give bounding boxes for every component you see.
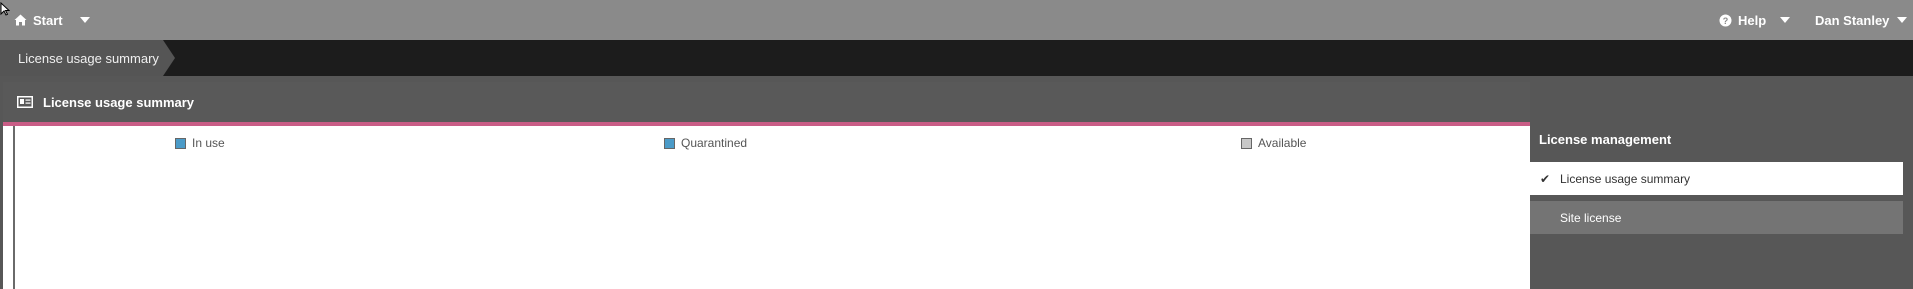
home-menu-dropdown[interactable]: [80, 0, 90, 40]
breadcrumb: License usage summary: [0, 40, 1913, 76]
home-button[interactable]: Start: [14, 0, 63, 40]
side-item-label: License usage summary: [1560, 171, 1691, 186]
checkmark-icon: ✔: [1539, 171, 1551, 186]
side-item-license-usage-summary[interactable]: ✔ License usage summary: [1530, 162, 1903, 195]
legend-item-in-use: In use: [175, 136, 225, 150]
chevron-down-icon: [80, 17, 90, 23]
breadcrumb-item-license-usage-summary[interactable]: License usage summary: [0, 40, 175, 76]
license-management-panel: License management ✔ License usage summa…: [1530, 122, 1913, 289]
mouse-cursor-icon: [0, 2, 10, 16]
page-title: License usage summary: [43, 94, 195, 110]
home-label: Start: [33, 12, 63, 28]
side-panel-title: License management: [1539, 132, 1672, 147]
help-label: Help: [1738, 12, 1767, 28]
help-icon: ?: [1719, 14, 1732, 26]
legend-swatch-in-use: [175, 137, 186, 149]
legend-item-quarantined: Quarantined: [664, 136, 747, 150]
legend-label: Available: [1258, 136, 1307, 150]
help-menu-dropdown[interactable]: [1780, 0, 1790, 40]
user-menu-button[interactable]: Dan Stanley: [1815, 0, 1908, 40]
legend-swatch-quarantined: [664, 137, 675, 149]
side-item-site-license[interactable]: Site license: [1530, 201, 1903, 234]
legend-item-available: Available: [1241, 136, 1306, 150]
chevron-down-icon: [1897, 17, 1908, 23]
svg-text:?: ?: [1723, 16, 1729, 26]
user-name: Dan Stanley: [1815, 12, 1890, 28]
license-card-icon: [17, 96, 33, 108]
panel-header: License usage summary: [3, 82, 1530, 122]
license-usage-chart: In use Quarantined Available: [3, 126, 1530, 289]
legend-label: In use: [192, 136, 225, 150]
home-icon: [14, 14, 27, 26]
side-item-label: Site license: [1560, 210, 1622, 225]
legend-label: Quarantined: [681, 136, 748, 150]
legend-swatch-available: [1241, 137, 1252, 149]
chart-axis-line: [13, 126, 15, 289]
chevron-down-icon: [1780, 17, 1790, 23]
breadcrumb-label: License usage summary: [18, 50, 159, 66]
top-toolbar: Start ? Help Dan Stanley: [0, 0, 1913, 40]
help-button[interactable]: ? Help: [1719, 0, 1766, 40]
